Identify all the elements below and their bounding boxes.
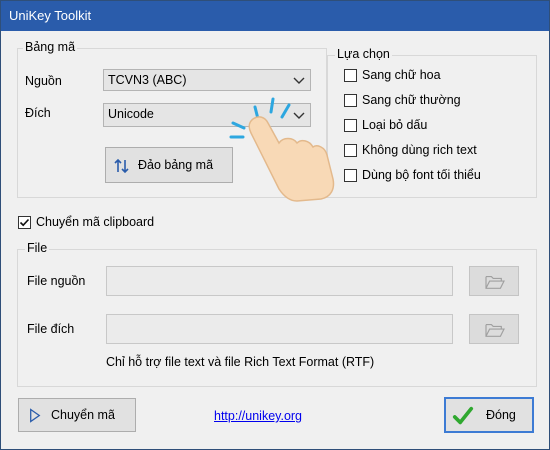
lowercase-label[interactable]: Sang chữ thường: [362, 93, 461, 107]
folder-open-icon: [485, 324, 505, 337]
clipboard-label[interactable]: Chuyển mã clipboard: [36, 215, 154, 229]
no-rich-text-checkbox[interactable]: [344, 144, 357, 157]
unikey-toolkit-window: UniKey Toolkit Bảng mã Nguồn TCVN3 (ABC)…: [0, 0, 550, 450]
target-encoding-label: Đích: [25, 106, 51, 120]
close-button-label: Đóng: [486, 408, 516, 422]
play-arrow-icon: [30, 408, 41, 423]
remove-accents-label[interactable]: Loại bỏ dấu: [362, 118, 427, 132]
no-rich-text-label[interactable]: Không dùng rich text: [362, 143, 477, 157]
window-title: UniKey Toolkit: [9, 8, 92, 23]
pointing-hand-icon: [229, 97, 335, 202]
target-encoding-value: Unicode: [108, 107, 154, 121]
folder-open-icon: [485, 276, 505, 289]
clipboard-checkbox[interactable]: [18, 216, 31, 229]
target-file-label: File đích: [27, 322, 75, 336]
convert-button[interactable]: Chuyển mã: [18, 398, 136, 432]
swap-encoding-label: Đảo bảng mã: [138, 158, 214, 172]
minimal-font-checkbox[interactable]: [344, 169, 357, 182]
source-file-label: File nguồn: [27, 274, 86, 288]
source-encoding-value: TCVN3 (ABC): [108, 73, 187, 87]
bang-ma-legend: Bảng mã: [23, 40, 78, 54]
swap-arrows-icon: [114, 158, 129, 174]
remove-accents-checkbox[interactable]: [344, 119, 357, 132]
checkmark-icon: [19, 218, 30, 227]
swap-encoding-button[interactable]: Đảo bảng mã: [105, 147, 233, 183]
close-button[interactable]: Đóng: [444, 397, 534, 433]
source-encoding-select[interactable]: TCVN3 (ABC): [103, 69, 311, 91]
unikey-website-link[interactable]: http://unikey.org: [214, 409, 302, 423]
browse-source-button[interactable]: [469, 266, 519, 296]
uppercase-checkbox[interactable]: [344, 69, 357, 82]
minimal-font-label[interactable]: Dùng bộ font tối thiểu: [362, 168, 481, 182]
source-encoding-label: Nguồn: [25, 74, 62, 88]
green-check-icon: [452, 406, 474, 425]
source-file-input[interactable]: [106, 266, 453, 296]
uppercase-label[interactable]: Sang chữ hoa: [362, 68, 441, 82]
lowercase-checkbox[interactable]: [344, 94, 357, 107]
browse-target-button[interactable]: [469, 314, 519, 344]
chevron-down-icon: [293, 77, 305, 84]
title-bar[interactable]: UniKey Toolkit: [1, 1, 549, 31]
target-file-input[interactable]: [106, 314, 453, 344]
lua-chon-legend: Lựa chọn: [335, 47, 392, 61]
convert-button-label: Chuyển mã: [51, 408, 115, 422]
file-legend: File: [25, 241, 50, 255]
file-support-note: Chỉ hỗ trợ file text và file Rich Text F…: [106, 355, 375, 369]
